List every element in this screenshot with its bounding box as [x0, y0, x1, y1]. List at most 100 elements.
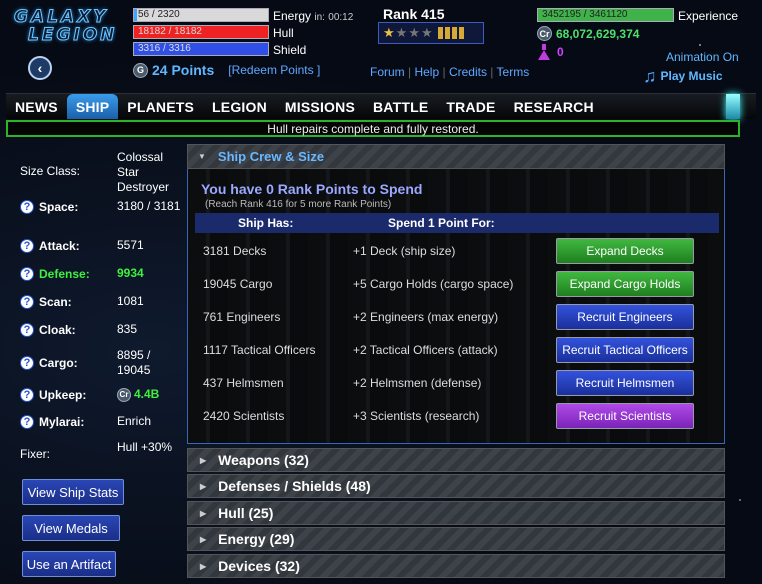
cargo-label: Cargo:	[39, 356, 78, 370]
recruit-tactical-officers-button[interactable]: Recruit Tactical Officers	[556, 337, 694, 363]
recruit-scientists-button[interactable]: Recruit Scientists	[556, 403, 694, 429]
mylarai-flask-icon	[537, 44, 551, 60]
tab-trade[interactable]: TRADE	[437, 94, 504, 119]
upkeep-label: Upkeep:	[39, 387, 87, 402]
help-icon[interactable]: ?	[20, 322, 34, 337]
section-energy-label: Energy (29)	[218, 531, 295, 547]
main-nav: NEWS SHIP PLANETS LEGION MISSIONS BATTLE…	[6, 93, 756, 119]
tab-ship[interactable]: SHIP	[66, 94, 119, 119]
expand-cargo-holds-button[interactable]: Expand Cargo Holds	[556, 271, 694, 297]
tab-battle[interactable]: BATTLE	[364, 94, 437, 119]
animation-toggle[interactable]: Animation On	[666, 50, 739, 64]
mylarai-label: Mylarai:	[39, 414, 85, 429]
decks-count: 3181 Decks	[203, 244, 267, 258]
expand-decks-button[interactable]: Expand Decks	[556, 238, 694, 264]
energy-value: 56 / 2320	[138, 9, 180, 20]
tab-legion[interactable]: LEGION	[203, 94, 276, 119]
crew-row-decks: 3181 Decks +1 Deck (ship size) Expand De…	[203, 237, 718, 265]
credits-link[interactable]: Credits	[449, 65, 487, 79]
star-filled-icon: ★	[383, 25, 395, 40]
redeem-points-link[interactable]: [Redeem Points ]	[228, 63, 320, 77]
cargo-value: 8895 / 19045	[117, 348, 151, 377]
decks-spend: +1 Deck (ship size)	[353, 244, 456, 258]
rank-label: Rank 415	[383, 6, 445, 22]
stat-row-mylarai: ? Mylarai: Enrich	[20, 414, 187, 429]
rank-insignia: ★ ★ ★ ★	[378, 22, 484, 44]
tab-planets[interactable]: PLANETS	[118, 94, 203, 119]
section-energy[interactable]: ▶ Energy (29)	[187, 527, 725, 551]
energy-label-text: Energy	[273, 9, 312, 23]
col-ship-has: Ship Has:	[238, 216, 294, 230]
status-notice: Hull repairs complete and fully restored…	[6, 120, 740, 137]
crew-panel-body: You have 0 Rank Points to Spend (Reach R…	[187, 169, 725, 444]
size-class-row: Size Class: Colossal Star Destroyer	[20, 150, 187, 195]
section-weapons-label: Weapons (32)	[218, 452, 309, 468]
recruit-engineers-button[interactable]: Recruit Engineers	[556, 304, 694, 330]
attack-label: Attack:	[39, 238, 80, 253]
help-icon[interactable]: ?	[20, 266, 34, 281]
help-icon[interactable]: ?	[20, 387, 34, 402]
mylarai-enrich-link[interactable]: Enrich	[117, 414, 187, 429]
view-medals-button[interactable]: View Medals	[22, 515, 120, 541]
section-hull-label: Hull (25)	[218, 505, 274, 521]
crew-panel-title: Ship Crew & Size	[217, 149, 325, 164]
back-arrow-icon[interactable]: ‹	[28, 56, 52, 80]
experience-bar: 3452195 / 3461120	[537, 8, 674, 22]
stat-row-cloak: ? Cloak: 835	[20, 322, 187, 337]
shield-label: Shield	[273, 43, 307, 57]
stat-row-space: ? Space: 3180 / 3181	[20, 199, 187, 214]
help-icon[interactable]: ?	[20, 414, 34, 429]
energy-bar: 56 / 2320	[133, 8, 269, 22]
galaxy-points-icon: G	[133, 62, 148, 78]
scientists-spend: +3 Scientists (research)	[353, 409, 480, 423]
tab-missions[interactable]: MISSIONS	[276, 94, 364, 119]
logo-line-1: GALAXY	[14, 7, 109, 27]
section-weapons[interactable]: ▶ Weapons (32)	[187, 448, 725, 472]
help-icon[interactable]: ?	[20, 199, 34, 214]
helmsmen-spend: +2 Helmsmen (defense)	[353, 376, 482, 390]
use-artifact-button[interactable]: Use an Artifact	[22, 551, 116, 577]
recruit-helmsmen-button[interactable]: Recruit Helmsmen	[556, 370, 694, 396]
fixer-row: Fixer: Hull +30%	[20, 440, 187, 461]
credits-icon: Cr	[537, 26, 552, 41]
triangle-right-icon: ▶	[200, 534, 207, 544]
size-class-value: Colossal Star Destroyer	[117, 150, 170, 194]
triangle-right-icon: ▶	[200, 455, 207, 465]
energy-timer: 00:12	[328, 12, 354, 23]
rank-bars-icon	[437, 27, 464, 39]
help-icon[interactable]: ?	[20, 294, 34, 309]
galaxy-legion-logo[interactable]: GALAXY LEGION	[14, 8, 130, 48]
help-icon[interactable]: ?	[20, 356, 34, 370]
help-link[interactable]: Help	[414, 65, 439, 79]
star-empty-icon: ★	[395, 25, 408, 40]
tab-news[interactable]: NEWS	[6, 94, 67, 119]
credits-icon: Cr	[117, 387, 131, 402]
energy-timer-prefix: in:	[314, 12, 325, 23]
stat-row-cargo: ? Cargo: 8895 / 19045	[20, 348, 187, 378]
forum-link[interactable]: Forum	[370, 65, 405, 79]
defense-value: 9934	[117, 266, 144, 280]
credits-display: Cr 68,072,629,374	[537, 26, 639, 41]
col-spend: Spend 1 Point For:	[388, 216, 495, 230]
section-defenses-label: Defenses / Shields (48)	[218, 478, 371, 494]
crew-panel-header[interactable]: ▼ Ship Crew & Size	[187, 144, 725, 169]
engineers-count: 761 Engineers	[203, 310, 281, 324]
tab-research[interactable]: RESEARCH	[505, 94, 603, 119]
hull-bar: 18182 / 18182	[133, 25, 269, 39]
terms-link[interactable]: Terms	[497, 65, 530, 79]
triangle-right-icon: ▶	[200, 481, 207, 491]
scan-value: 1081	[117, 294, 144, 308]
help-icon[interactable]: ?	[20, 238, 34, 253]
crew-row-engineers: 761 Engineers +2 Engineers (max energy) …	[203, 303, 718, 331]
section-devices[interactable]: ▶ Devices (32)	[187, 554, 725, 578]
view-ship-stats-button[interactable]: View Ship Stats	[22, 479, 124, 505]
cloak-value: 835	[117, 322, 138, 336]
section-hull[interactable]: ▶ Hull (25)	[187, 501, 725, 525]
section-devices-label: Devices (32)	[218, 558, 300, 574]
hull-value: 18182 / 18182	[138, 26, 202, 37]
size-class-label: Size Class:	[20, 164, 81, 178]
experience-value: 3452195 / 3461120	[542, 9, 628, 20]
section-defenses[interactable]: ▶ Defenses / Shields (48)	[187, 474, 725, 498]
play-music-link[interactable]: ♫ Play Music	[643, 67, 723, 85]
play-music-label: Play Music	[660, 69, 723, 83]
